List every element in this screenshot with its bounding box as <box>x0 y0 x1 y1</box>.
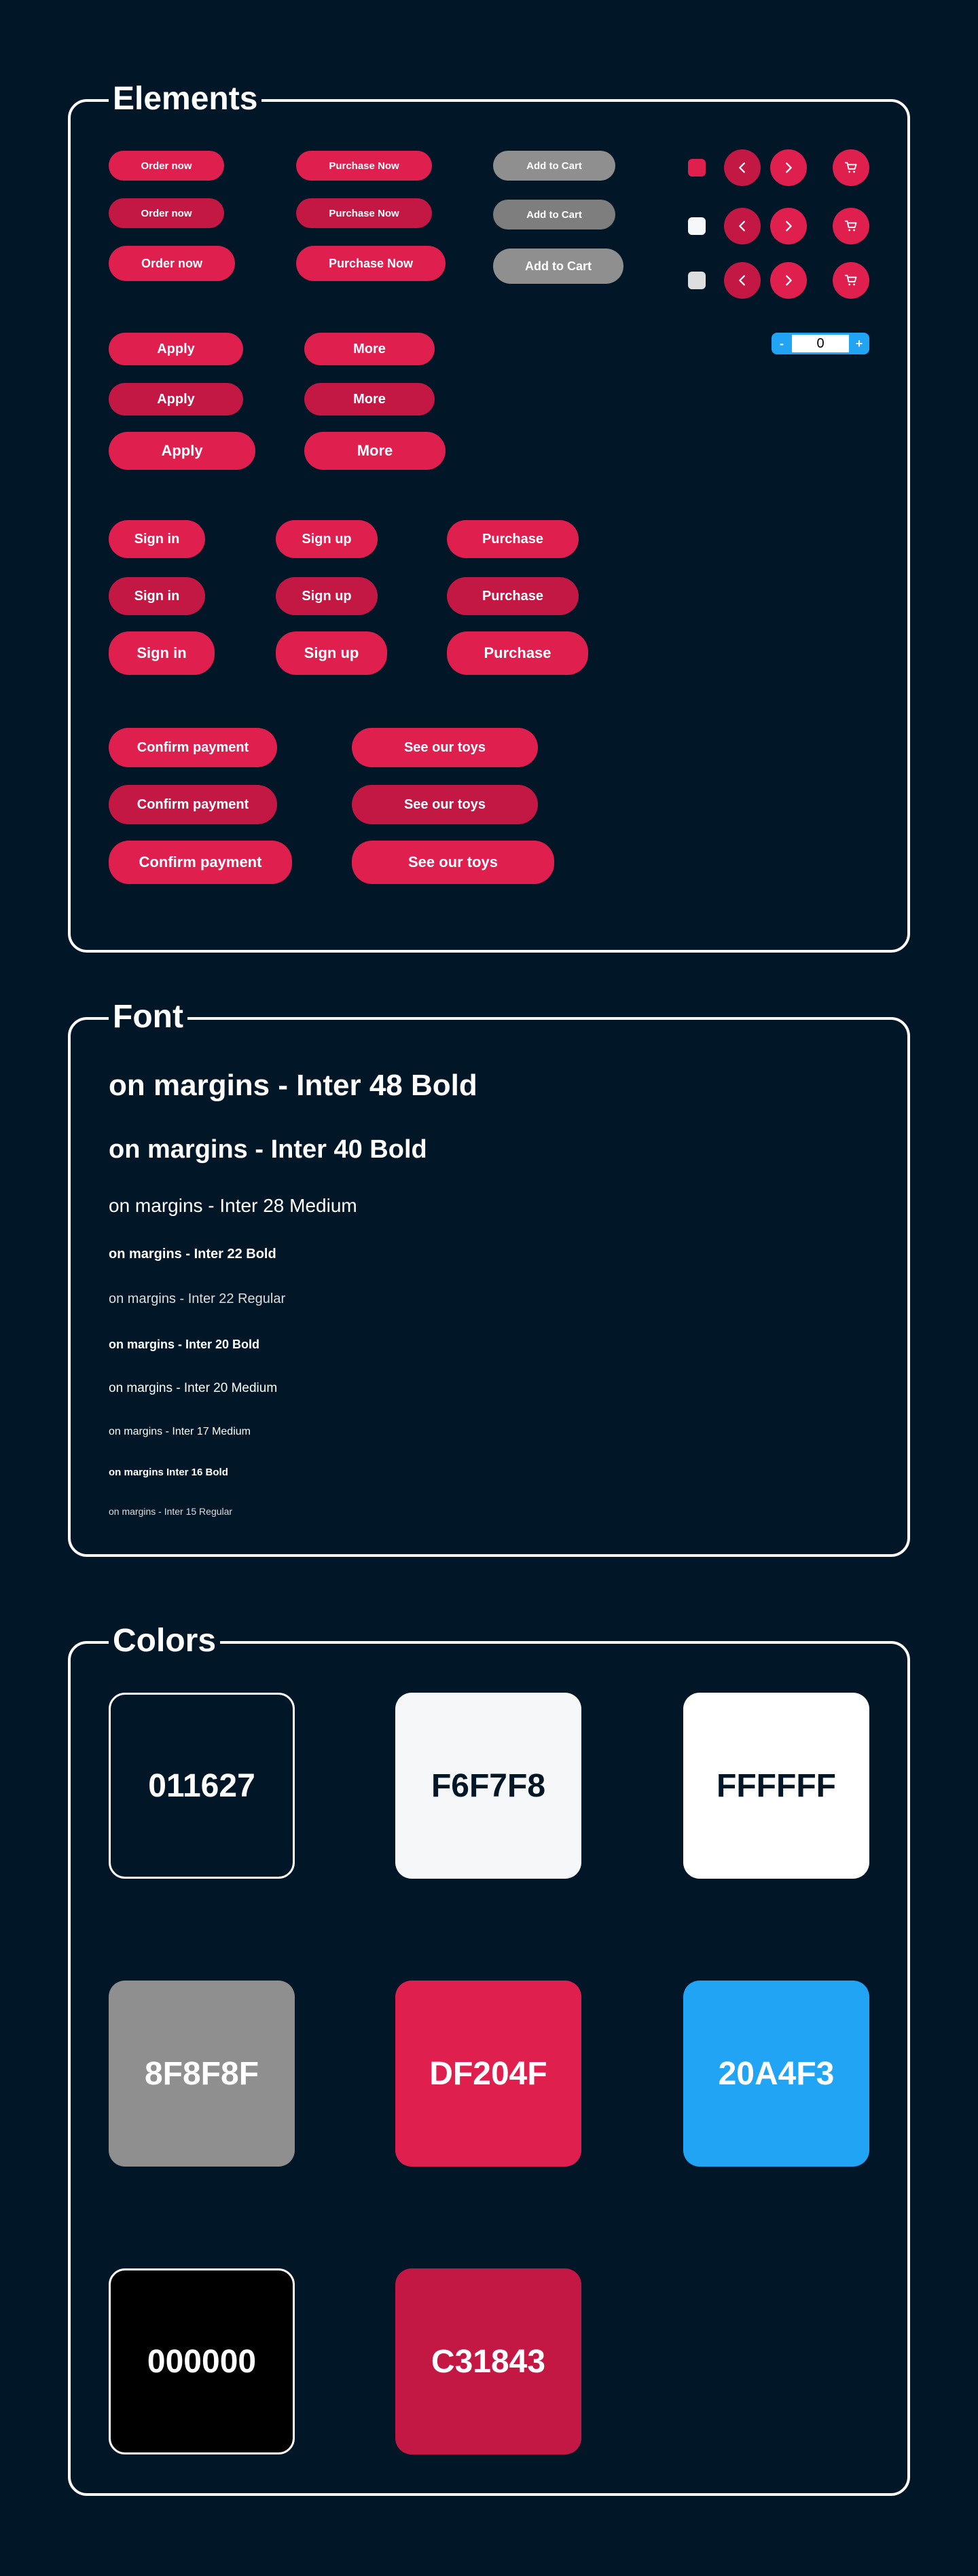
swatch-label: DF204F <box>429 2055 547 2092</box>
see-our-toys-button-large[interactable]: See our toys <box>352 841 554 884</box>
apply-button-pressed[interactable]: Apply <box>109 383 243 416</box>
cart-button-pressed[interactable] <box>833 208 869 244</box>
swatch-000000: 000000 <box>109 2268 295 2454</box>
font-sample-22-bold: on margins - Inter 22 Bold <box>109 1247 276 1262</box>
cart-button[interactable] <box>833 149 869 186</box>
quantity-value[interactable]: 0 <box>792 335 849 352</box>
sign-up-button[interactable]: Sign up <box>276 520 378 558</box>
elements-title: Elements <box>109 79 262 119</box>
cart-icon <box>844 162 857 173</box>
order-now-button-pressed[interactable]: Order now <box>109 198 224 228</box>
next-button[interactable] <box>770 149 807 186</box>
chevron-left-icon <box>739 275 745 286</box>
swatch-df204f: DF204F <box>395 1981 581 2167</box>
font-sample-48-bold: on margins - Inter 48 Bold <box>109 1069 477 1102</box>
chevron-right-icon <box>786 221 792 232</box>
sign-in-button-pressed[interactable]: Sign in <box>109 577 205 615</box>
add-to-cart-button-large[interactable]: Add to Cart <box>493 249 623 284</box>
next-button-large[interactable] <box>770 262 807 299</box>
purchase-now-button-large[interactable]: Purchase Now <box>296 246 446 281</box>
order-now-button-large[interactable]: Order now <box>109 246 235 281</box>
sign-in-button-large[interactable]: Sign in <box>109 631 215 675</box>
purchase-button[interactable]: Purchase <box>447 520 579 558</box>
checkbox-checked[interactable] <box>688 159 706 177</box>
font-sample-20-bold: on margins - Inter 20 Bold <box>109 1338 260 1351</box>
swatch-label: C31843 <box>431 2343 546 2380</box>
cart-icon <box>844 220 857 232</box>
more-button-large[interactable]: More <box>304 432 446 470</box>
colors-title: Colors <box>109 1621 221 1661</box>
purchase-now-button[interactable]: Purchase Now <box>296 151 432 181</box>
add-to-cart-button[interactable]: Add to Cart <box>493 151 615 181</box>
checkbox-disabled[interactable] <box>688 272 706 289</box>
swatch-label: F6F7F8 <box>431 1767 546 1804</box>
chevron-right-icon <box>786 275 792 286</box>
next-button-pressed[interactable] <box>770 208 807 244</box>
sign-up-button-large[interactable]: Sign up <box>276 631 387 675</box>
swatch-label: 000000 <box>147 2343 257 2380</box>
cart-icon <box>844 274 857 286</box>
chevron-left-icon <box>739 221 745 232</box>
purchase-button-large[interactable]: Purchase <box>447 631 588 675</box>
see-our-toys-button-pressed[interactable]: See our toys <box>352 785 538 824</box>
apply-button[interactable]: Apply <box>109 333 243 365</box>
add-to-cart-button-pressed[interactable]: Add to Cart <box>493 200 615 229</box>
more-button-pressed[interactable]: More <box>304 383 435 416</box>
confirm-payment-button-pressed[interactable]: Confirm payment <box>109 785 277 824</box>
checkbox-unchecked[interactable] <box>688 217 706 235</box>
prev-button-pressed[interactable] <box>724 208 761 244</box>
swatch-c31843: C31843 <box>395 2268 581 2454</box>
font-sample-22-regular: on margins - Inter 22 Regular <box>109 1291 286 1306</box>
decrement-button[interactable]: - <box>772 333 792 354</box>
swatch-label: 20A4F3 <box>718 2055 835 2092</box>
purchase-button-pressed[interactable]: Purchase <box>447 577 579 615</box>
elements-section: Elements Order now Order now Order now P… <box>68 79 910 953</box>
prev-button-large[interactable] <box>724 262 761 299</box>
swatch-label: 8F8F8F <box>144 2055 259 2092</box>
swatch-20a4f3: 20A4F3 <box>683 1981 869 2167</box>
sign-up-button-pressed[interactable]: Sign up <box>276 577 378 615</box>
more-button[interactable]: More <box>304 333 435 365</box>
font-sample-16-bold: on margins Inter 16 Bold <box>109 1467 228 1478</box>
see-our-toys-button[interactable]: See our toys <box>352 728 538 767</box>
swatch-label: FFFFFF <box>717 1767 836 1804</box>
swatch-f6f7f8: F6F7F8 <box>395 1693 581 1879</box>
swatch-label: 011627 <box>148 1767 255 1804</box>
sign-in-button[interactable]: Sign in <box>109 520 205 558</box>
font-section: Font on margins - Inter 48 Bold on margi… <box>68 997 910 1557</box>
increment-button[interactable]: + <box>849 333 869 354</box>
apply-button-large[interactable]: Apply <box>109 432 255 470</box>
font-sample-40-bold: on margins - Inter 40 Bold <box>109 1135 427 1164</box>
font-title: Font <box>109 997 187 1037</box>
quantity-stepper: - 0 + <box>772 333 869 354</box>
prev-button[interactable] <box>724 149 761 186</box>
font-sample-17-medium: on margins - Inter 17 Medium <box>109 1426 251 1437</box>
font-sample-15-regular: on margins - Inter 15 Regular <box>109 1506 233 1517</box>
chevron-left-icon <box>739 162 745 173</box>
colors-section: Colors 011627 F6F7F8 FFFFFF 8F8F8F DF204… <box>68 1621 910 2496</box>
confirm-payment-button[interactable]: Confirm payment <box>109 728 277 767</box>
confirm-payment-button-large[interactable]: Confirm payment <box>109 841 292 884</box>
swatch-ffffff: FFFFFF <box>683 1693 869 1879</box>
order-now-button[interactable]: Order now <box>109 151 224 181</box>
chevron-right-icon <box>786 162 792 173</box>
purchase-now-button-pressed[interactable]: Purchase Now <box>296 198 432 228</box>
cart-button-large[interactable] <box>833 262 869 299</box>
swatch-011627: 011627 <box>109 1693 295 1879</box>
swatch-8f8f8f: 8F8F8F <box>109 1981 295 2167</box>
font-sample-20-medium: on margins - Inter 20 Medium <box>109 1381 278 1395</box>
font-sample-28-medium: on margins - Inter 28 Medium <box>109 1195 357 1216</box>
